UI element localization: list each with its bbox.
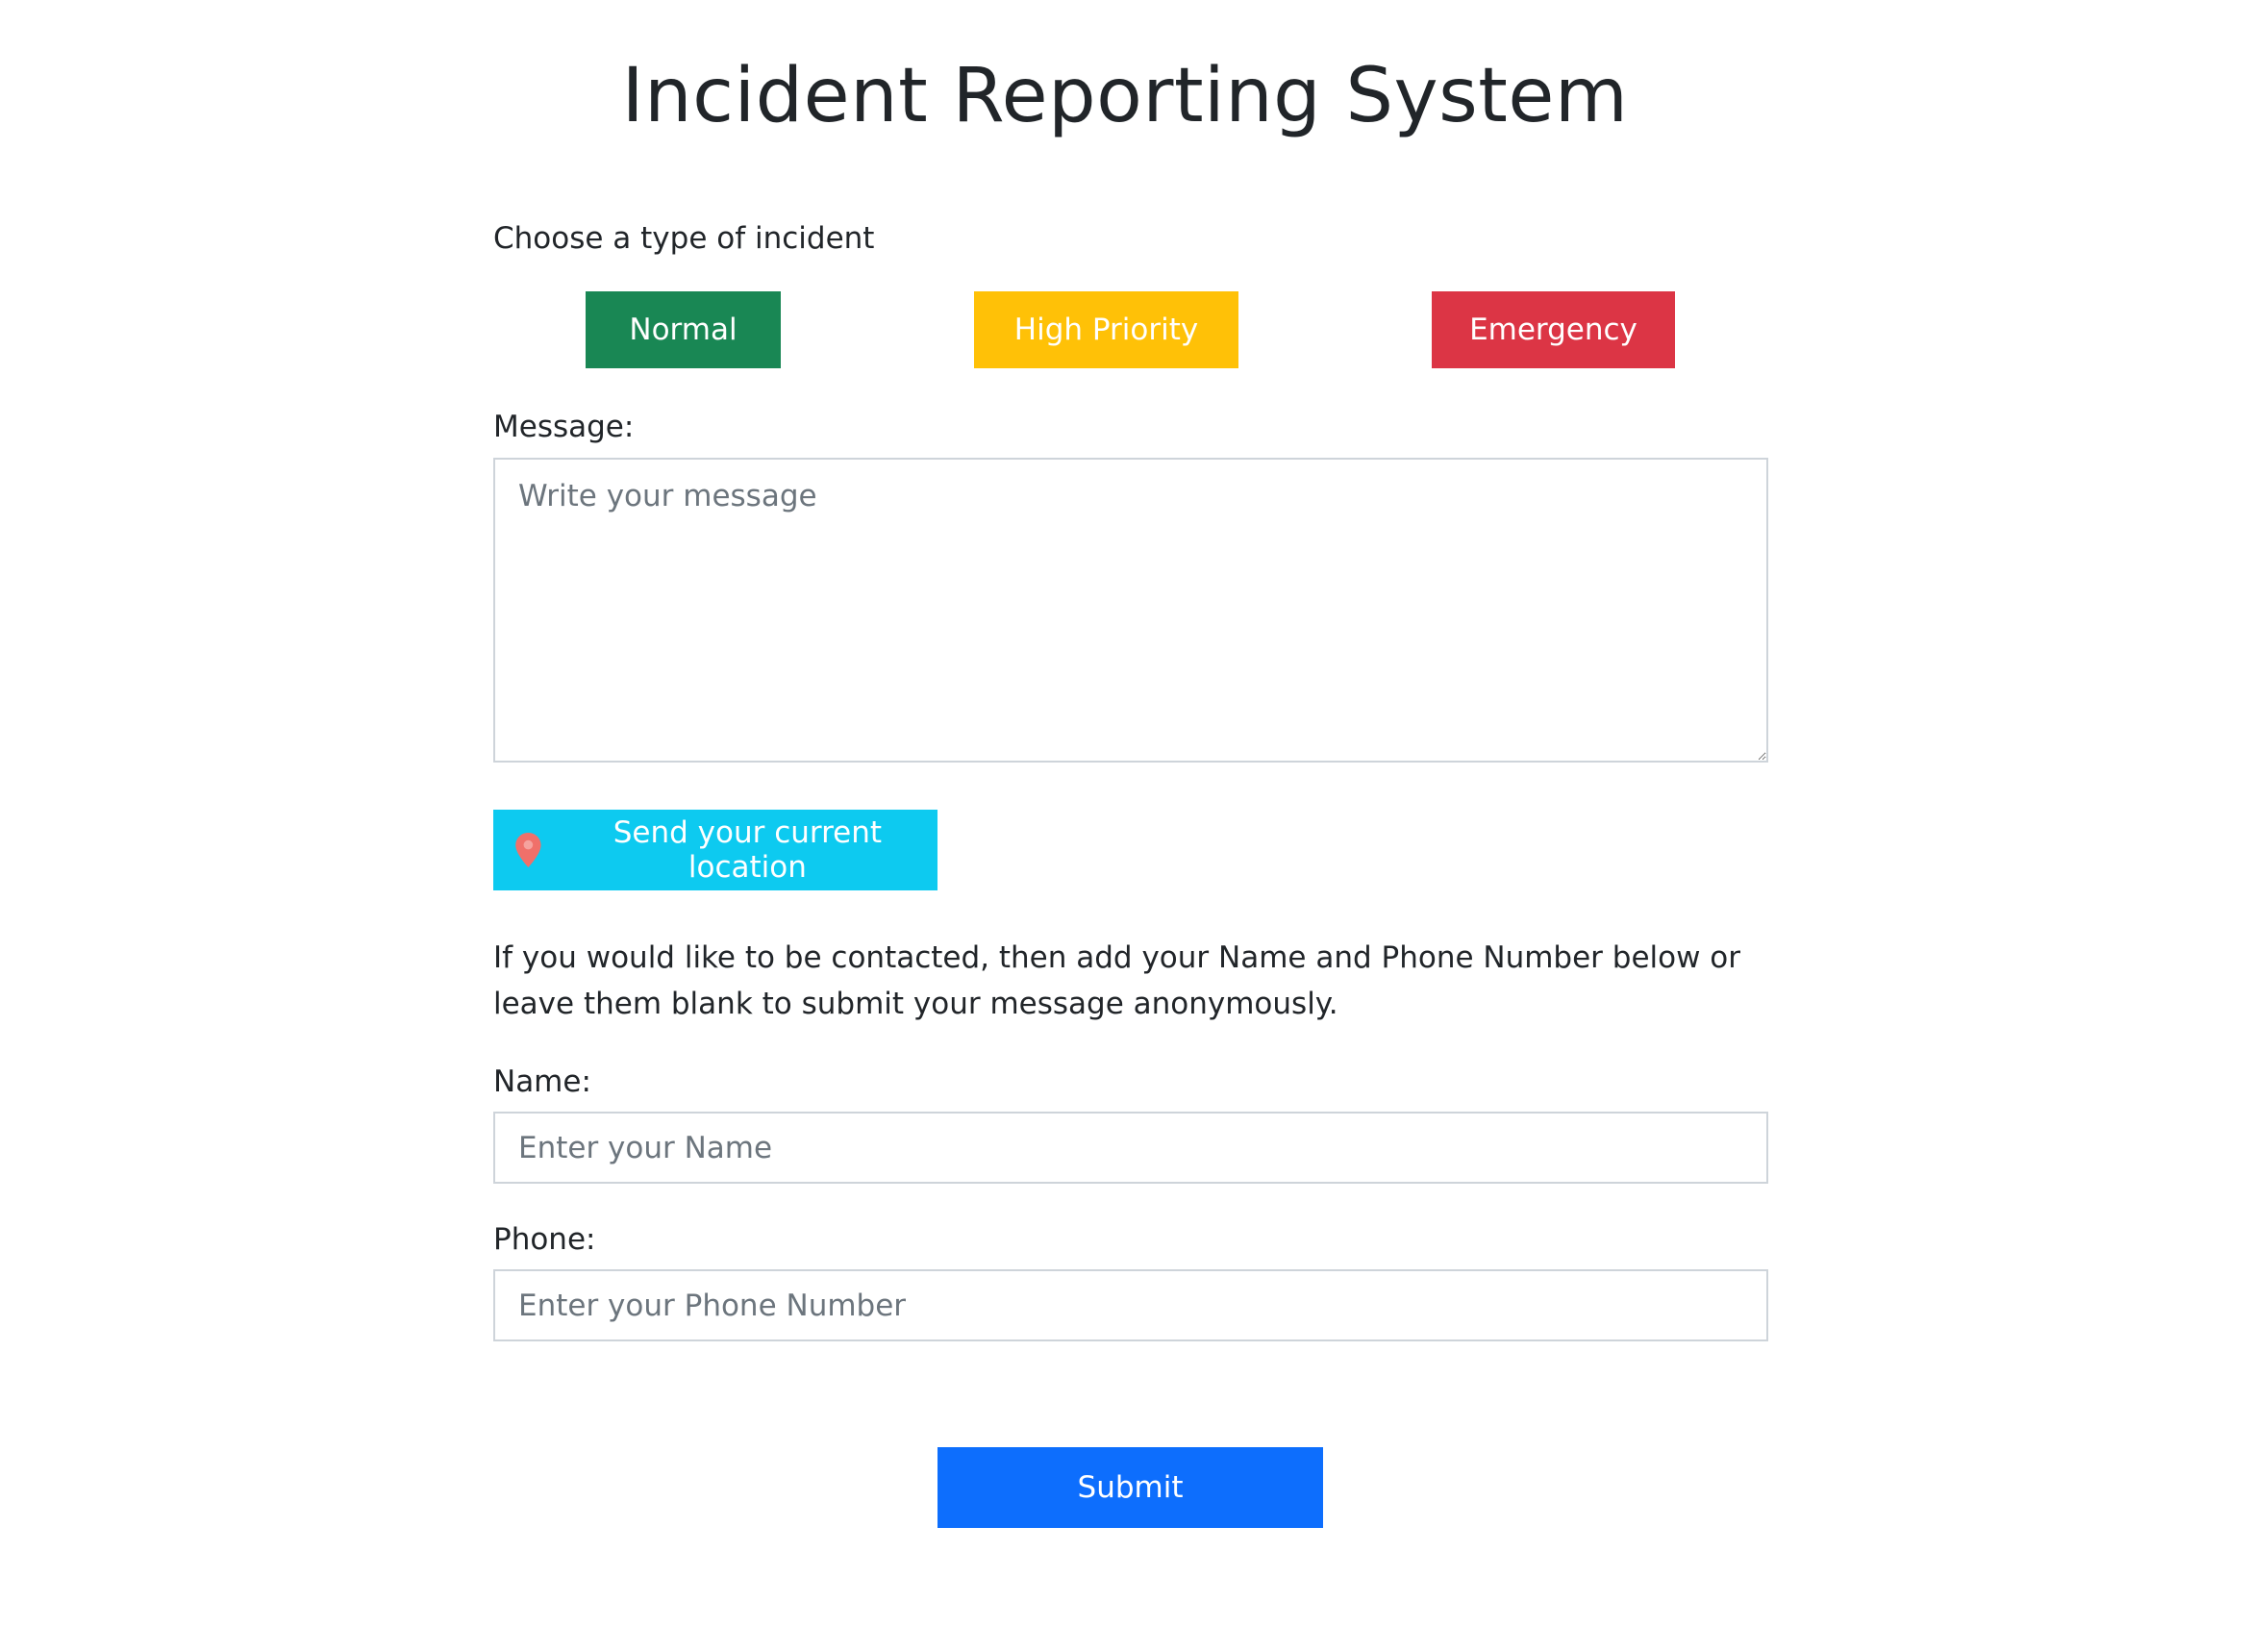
incident-form: Choose a type of incident Normal High Pr… (493, 0, 1768, 1652)
map-pin-icon (515, 833, 541, 867)
high-priority-incident-button[interactable]: High Priority (974, 291, 1238, 368)
name-label: Name: (493, 1064, 591, 1099)
phone-label: Phone: (493, 1222, 596, 1257)
send-location-button[interactable]: Send your current location (493, 810, 938, 890)
name-input[interactable] (493, 1112, 1768, 1184)
page: Incident Reporting System Choose a type … (0, 0, 2250, 1652)
message-label: Message: (493, 410, 635, 444)
contact-info-text: If you would like to be contacted, then … (493, 940, 1741, 1021)
normal-incident-button[interactable]: Normal (586, 291, 781, 368)
incident-type-prompt: Choose a type of incident (493, 221, 875, 256)
message-textarea[interactable] (493, 458, 1768, 763)
submit-button[interactable]: Submit (938, 1447, 1323, 1528)
phone-input[interactable] (493, 1269, 1768, 1341)
send-location-label: Send your current location (612, 815, 883, 885)
emergency-incident-button[interactable]: Emergency (1432, 291, 1675, 368)
